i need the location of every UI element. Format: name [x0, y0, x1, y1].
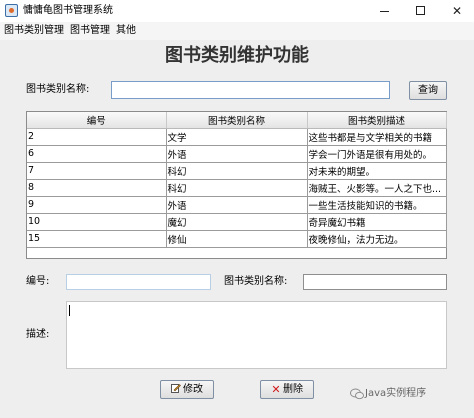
id-label: 编号:: [26, 276, 50, 287]
table-row[interactable]: 15 修仙 夜晚修仙，法力无边。: [27, 230, 447, 248]
cell-name: 魔幻: [166, 213, 308, 231]
desc-textarea[interactable]: [66, 301, 447, 369]
cell-id: 2: [27, 128, 167, 146]
app-window: 慵慵龟图书管理系统 ✕ 图书类别管理 图书管理 其他 图书类别维护功能 图书类别…: [0, 0, 474, 418]
maximize-icon: [415, 6, 425, 15]
cell-id: 6: [27, 145, 167, 163]
menu-other[interactable]: 其他: [116, 24, 136, 38]
watermark-text: Java实例程序: [365, 388, 427, 399]
delete-icon: ✕: [271, 383, 281, 396]
text-caret: [69, 305, 70, 316]
minimize-icon: [379, 11, 389, 12]
app-icon: [5, 4, 18, 17]
cell-desc: 这些书都是与文学相关的书籍: [307, 128, 447, 146]
cell-name: 文学: [166, 128, 308, 146]
cell-desc: 海贼王、火影等。一人之下也...: [307, 179, 447, 197]
window-title: 慵慵龟图书管理系统: [23, 5, 113, 16]
cell-name: 修仙: [166, 230, 308, 248]
desc-label: 描述:: [26, 329, 50, 340]
cell-desc: 学会一门外语是很有用处的。: [307, 145, 447, 163]
menu-bar: 图书类别管理 图书管理 其他: [0, 22, 474, 40]
edit-label: 修改: [183, 384, 203, 395]
edit-icon: [171, 384, 181, 393]
maximize-button[interactable]: [403, 0, 437, 22]
column-header-desc[interactable]: 图书类别描述: [307, 112, 447, 129]
cell-id: 10: [27, 213, 167, 231]
menu-book-management[interactable]: 图书管理: [70, 24, 110, 38]
minimize-button[interactable]: [367, 0, 401, 22]
wechat-icon: [350, 388, 364, 400]
table-row[interactable]: 8 科幻 海贼王、火影等。一人之下也...: [27, 179, 447, 197]
cell-id: 8: [27, 179, 167, 197]
cell-id: 7: [27, 162, 167, 180]
delete-button[interactable]: ✕ 删除: [260, 380, 314, 399]
close-icon: ✕: [451, 4, 463, 18]
table-row[interactable]: 6 外语 学会一门外语是很有用处的。: [27, 145, 447, 163]
cell-name: 外语: [166, 145, 308, 163]
category-table: 编号 图书类别名称 图书类别描述 2 文学 这些书都是与文学相关的书籍 6 外语…: [26, 111, 447, 259]
name-field[interactable]: [303, 274, 447, 290]
table-row[interactable]: 9 外语 一些生活技能知识的书籍。: [27, 196, 447, 214]
page-title: 图书类别维护功能: [165, 45, 309, 66]
menu-category-management[interactable]: 图书类别管理: [4, 24, 64, 38]
cell-id: 9: [27, 196, 167, 214]
table-row[interactable]: 7 科幻 对未来的期望。: [27, 162, 447, 180]
edit-button[interactable]: 修改: [160, 380, 214, 399]
cell-desc: 一些生活技能知识的书籍。: [307, 196, 447, 214]
search-input[interactable]: [111, 81, 390, 99]
name-label: 图书类别名称:: [224, 276, 288, 287]
search-label: 图书类别名称:: [26, 84, 90, 95]
table-row[interactable]: 10 魔幻 奇异魔幻书籍: [27, 213, 447, 231]
cell-desc: 对未来的期望。: [307, 162, 447, 180]
cell-name: 外语: [166, 196, 308, 214]
column-header-id[interactable]: 编号: [27, 112, 167, 129]
table-header-row: 编号 图书类别名称 图书类别描述: [27, 112, 447, 129]
cell-desc: 夜晚修仙，法力无边。: [307, 230, 447, 248]
table-row[interactable]: 2 文学 这些书都是与文学相关的书籍: [27, 128, 447, 146]
title-bar: 慵慵龟图书管理系统 ✕: [0, 0, 474, 22]
id-field[interactable]: [66, 274, 211, 290]
close-button[interactable]: ✕: [440, 0, 474, 22]
column-header-name[interactable]: 图书类别名称: [166, 112, 308, 129]
cell-name: 科幻: [166, 179, 308, 197]
cell-desc: 奇异魔幻书籍: [307, 213, 447, 231]
cell-name: 科幻: [166, 162, 308, 180]
delete-label: 删除: [283, 384, 303, 395]
cell-id: 15: [27, 230, 167, 248]
search-button[interactable]: 查询: [409, 81, 447, 100]
